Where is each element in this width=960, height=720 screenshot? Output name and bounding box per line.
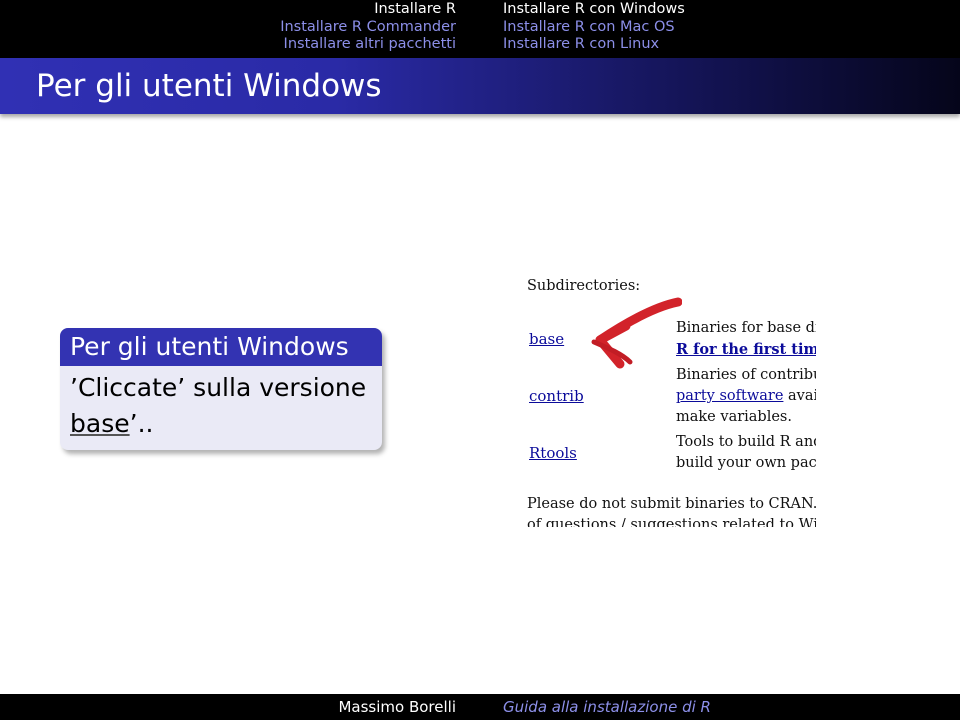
frame-title: Per gli utenti Windows bbox=[36, 68, 382, 104]
desc-rtools-line-1: Tools to build R and I bbox=[676, 434, 816, 450]
block-line-2: base’.. bbox=[70, 406, 372, 442]
header-navigation: Installare R Installare R Commander Inst… bbox=[0, 0, 960, 58]
desc-rtools-line-2: build your own packa bbox=[676, 455, 816, 471]
block-body: ’Cliccate’ sulla versione base’.. bbox=[60, 366, 382, 442]
footer-author: Massimo Borelli bbox=[338, 698, 456, 716]
desc-base-line-1: Binaries for base distr bbox=[676, 320, 816, 336]
subsection-nav: Installare R con Windows Installare R co… bbox=[503, 1, 685, 54]
footer: Massimo Borelli Guida alla installazione… bbox=[0, 694, 960, 720]
block-title: Per gli utenti Windows bbox=[60, 328, 382, 366]
cran-note: Please do not submit binaries to CRAN. P… bbox=[527, 494, 816, 527]
desc-contrib: Binaries of contribute party software av… bbox=[676, 365, 816, 428]
cran-note-line-1: Please do not submit binaries to CRAN. P… bbox=[527, 496, 816, 512]
nav-section-installare-r-commander[interactable]: Installare R Commander bbox=[280, 19, 456, 37]
desc-base: Binaries for base distr R for the first … bbox=[676, 318, 816, 361]
link-base[interactable]: base bbox=[529, 330, 564, 348]
link-party-software[interactable]: party software bbox=[676, 388, 783, 404]
link-contrib[interactable]: contrib bbox=[529, 387, 584, 405]
footer-title: Guida alla installazione di R bbox=[503, 698, 711, 716]
cran-note-line-2: of questions / suggestions related to Wi… bbox=[527, 517, 816, 527]
desc-contrib-line-3: make variables. bbox=[676, 409, 792, 425]
red-arrow-icon bbox=[591, 297, 682, 369]
link-r-first-time[interactable]: R for the first time bbox=[676, 341, 816, 358]
desc-contrib-line-2: party software availab bbox=[676, 386, 816, 407]
nav-section-installare-altri-pacchetti[interactable]: Installare altri pacchetti bbox=[280, 36, 456, 54]
desc-rtools: Tools to build R and I build your own pa… bbox=[676, 432, 816, 474]
block-trail: .. bbox=[137, 409, 154, 438]
desc-base-line-2: R for the first time. bbox=[676, 339, 816, 361]
desc-contrib-line-1: Binaries of contribute bbox=[676, 367, 816, 383]
desc-contrib-line-2-end: availab bbox=[788, 388, 816, 404]
frame-title-bar: Per gli utenti Windows bbox=[0, 58, 960, 114]
link-rtools[interactable]: Rtools bbox=[529, 444, 577, 462]
nav-section-installare-r[interactable]: Installare R bbox=[280, 1, 456, 19]
section-nav: Installare R Installare R Commander Inst… bbox=[280, 1, 456, 54]
cran-screenshot-image: Subdirectories: base contrib Rtools Bina… bbox=[520, 274, 816, 527]
nav-subsection-linux[interactable]: Installare R con Linux bbox=[503, 36, 685, 54]
content-block: Per gli utenti Windows ’Cliccate’ sulla … bbox=[60, 328, 382, 450]
block-trail-quote: ’ bbox=[129, 409, 138, 438]
block-base-word: base bbox=[70, 409, 130, 438]
nav-subsection-mac-os[interactable]: Installare R con Mac OS bbox=[503, 19, 685, 37]
nav-subsection-windows[interactable]: Installare R con Windows bbox=[503, 1, 685, 19]
block-line-1: ’Cliccate’ sulla versione bbox=[70, 373, 367, 402]
